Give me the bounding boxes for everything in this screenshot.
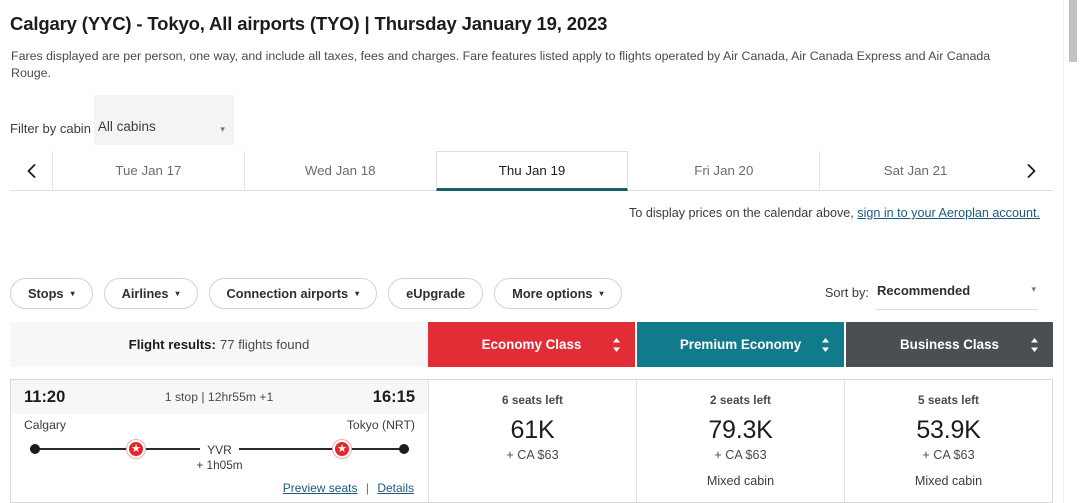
chevron-down-icon: ▾ — [1031, 284, 1036, 294]
cabin-filter: Filter by cabin All cabins ▾ — [10, 95, 234, 145]
route-title: Calgary (YYC) - Tokyo, All airports (TYO… — [10, 13, 360, 34]
date-tab-sat-jan-21[interactable]: Sat Jan 21 — [819, 151, 1011, 190]
cabin-select[interactable]: All cabins ▾ — [93, 95, 234, 145]
sort-select[interactable]: Recommended ▾ — [876, 282, 1038, 310]
filter-label: Stops — [28, 286, 64, 301]
layover-duration: + 1h05m — [196, 458, 243, 472]
filter-airlines-button[interactable]: Airlines ▾ — [103, 278, 198, 309]
seats-left-badge: 2 seats left — [710, 393, 771, 407]
column-header-label: Premium Economy — [679, 337, 802, 352]
fare-cell-business[interactable]: 5 seats left 53.9K + CA $63 Mixed cabin — [845, 380, 1052, 502]
flight-times-row: 11:20 1 stop | 12hr55m +1 16:15 — [11, 380, 428, 414]
page-title: Calgary (YYC) - Tokyo, All airports (TYO… — [10, 13, 607, 35]
chevron-down-icon: ▾ — [599, 288, 604, 298]
filter-label: More options — [512, 286, 593, 301]
fare-cabin-note: Mixed cabin — [914, 474, 983, 488]
date-tab-label: Sat Jan 21 — [883, 163, 948, 178]
filter-pill-row: Stops ▾ Airlines ▾ Connection airports ▾… — [10, 278, 622, 309]
seats-left-badge: 6 seats left — [502, 393, 563, 407]
vertical-scrollbar[interactable] — [1063, 0, 1080, 503]
column-header-label: Economy Class — [481, 337, 582, 352]
filter-label: Airlines — [121, 286, 169, 301]
flight-results-count: 77 flights found — [219, 337, 310, 352]
date-tab-label: Wed Jan 18 — [304, 163, 376, 178]
maple-leaf-icon: ★ — [127, 440, 145, 458]
fare-cabin-note: Mixed cabin — [706, 474, 775, 488]
flight-results-page: Calgary (YYC) - Tokyo, All airports (TYO… — [0, 0, 1080, 503]
date-tab-wed-jan-18[interactable]: Wed Jan 18 — [243, 151, 436, 190]
filter-eupgrade-button[interactable]: eUpgrade — [388, 278, 484, 309]
column-header-premium-economy[interactable]: Premium Economy — [637, 322, 844, 367]
results-header-bar: Flight results: 77 flights found Economy… — [10, 322, 1053, 367]
date-tab-fri-jan-20[interactable]: Fri Jan 20 — [628, 151, 820, 190]
flight-results-summary: Flight results: 77 flights found — [10, 322, 428, 367]
column-header-label: Business Class — [900, 337, 999, 352]
prev-dates-button[interactable] — [10, 151, 52, 190]
date-tab-strip: Tue Jan 17 Wed Jan 18 Thu Jan 19 Fri Jan… — [10, 151, 1053, 191]
departure-time: 11:20 — [24, 387, 66, 406]
date-tab-tue-jan-17[interactable]: Tue Jan 17 — [52, 151, 244, 190]
sort-toggle-icon[interactable] — [612, 337, 621, 352]
fare-cash-surcharge: + CA $63 — [714, 448, 767, 462]
flight-result-row: 11:20 1 stop | 12hr55m +1 16:15 Calgary … — [10, 379, 1053, 503]
flight-card-links: Preview seats | Details — [283, 481, 414, 495]
scrollbar-thumb[interactable] — [1069, 0, 1077, 62]
column-header-economy-class[interactable]: Economy Class — [428, 322, 635, 367]
route-bar — [30, 448, 409, 450]
sort-label: Sort by: — [824, 285, 869, 300]
filter-connection-airports-button[interactable]: Connection airports ▾ — [208, 278, 378, 309]
next-dates-button[interactable] — [1011, 151, 1053, 190]
date-tab-label: Thu Jan 19 — [498, 162, 566, 178]
preview-seats-link[interactable]: Preview seats — [283, 481, 358, 495]
flight-results-label: Flight results: — [128, 337, 216, 352]
column-header-business-class[interactable]: Business Class — [846, 322, 1053, 367]
chevron-down-icon: ▾ — [175, 288, 180, 298]
stops-and-duration: 1 stop | 12hr55m +1 — [164, 390, 274, 404]
filter-more-options-button[interactable]: More options ▾ — [494, 278, 622, 309]
date-title: Thursday January 19, 2023 — [374, 13, 608, 34]
chevron-down-icon: ▾ — [220, 124, 225, 134]
seats-left-badge: 5 seats left — [918, 393, 979, 407]
destination-city: Tokyo (NRT) — [346, 418, 415, 432]
sort-toggle-icon[interactable] — [821, 337, 830, 352]
date-tab-thu-jan-19[interactable]: Thu Jan 19 — [435, 151, 629, 191]
filter-stops-button[interactable]: Stops ▾ — [10, 278, 93, 309]
filter-label: eUpgrade — [406, 286, 466, 301]
fare-disclaimer: Fares displayed are per person, one way,… — [11, 49, 991, 80]
chevron-down-icon: ▾ — [355, 288, 360, 298]
date-tab-label: Tue Jan 17 — [115, 163, 182, 178]
signin-prompt-text: To display prices on the calendar above, — [629, 206, 858, 220]
date-tab-label: Fri Jan 20 — [694, 163, 754, 178]
origin-dot-icon — [30, 444, 40, 454]
flight-cities-row: Calgary Tokyo (NRT) — [11, 418, 428, 432]
sort-toggle-icon[interactable] — [1030, 337, 1039, 352]
fare-cell-premium-economy[interactable]: 2 seats left 79.3K + CA $63 Mixed cabin — [637, 380, 845, 502]
fare-points: 79.3K — [708, 416, 773, 444]
fare-points: 61K — [510, 416, 555, 444]
fare-points: 53.9K — [916, 416, 981, 444]
fare-cash-surcharge: + CA $63 — [922, 448, 975, 462]
sort-control: Sort by: Recommended ▾ — [825, 282, 1038, 310]
fare-cell-economy[interactable]: 6 seats left 61K + CA $63 — [429, 380, 637, 502]
maple-leaf-icon: ★ — [333, 440, 351, 458]
cabin-select-value: All cabins — [97, 118, 156, 134]
details-link[interactable]: Details — [377, 481, 414, 495]
title-separator: | — [364, 13, 370, 34]
cabin-filter-label: Filter by cabin — [10, 121, 91, 136]
arrival-time: 16:15 — [372, 387, 415, 406]
filter-label: Connection airports — [226, 286, 349, 301]
signin-prompt: To display prices on the calendar above,… — [629, 206, 1040, 220]
sort-select-value: Recommended — [877, 283, 971, 298]
links-divider: | — [365, 481, 369, 495]
flight-itinerary-summary: 11:20 1 stop | 12hr55m +1 16:15 Calgary … — [11, 380, 429, 502]
chevron-down-icon: ▾ — [70, 288, 75, 298]
route-diagram: ★ ★ — [30, 440, 409, 458]
fare-cash-surcharge: + CA $63 — [506, 448, 559, 462]
page-content: Calgary (YYC) - Tokyo, All airports (TYO… — [0, 0, 1062, 503]
destination-dot-icon — [399, 444, 409, 454]
origin-city: Calgary — [24, 418, 66, 432]
aeroplan-signin-link[interactable]: sign in to your Aeroplan account. — [857, 206, 1040, 220]
